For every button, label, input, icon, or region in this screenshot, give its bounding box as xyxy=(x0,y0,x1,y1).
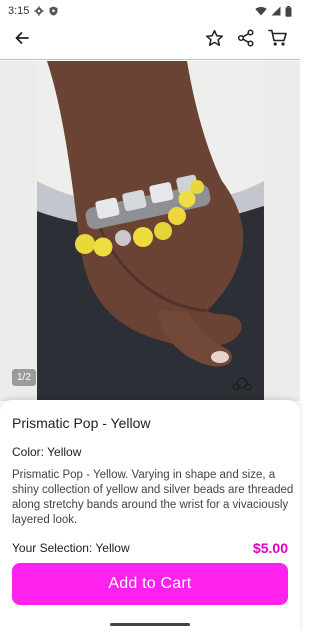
selection-label: Your Selection: Yellow xyxy=(12,541,130,555)
gesture-nav-handle xyxy=(110,623,190,626)
page-indicator: 1/2 xyxy=(12,369,36,386)
wifi-icon xyxy=(255,6,267,16)
product-details-sheet: Prismatic Pop - Yellow Color: Yellow Pri… xyxy=(0,400,300,633)
product-gallery[interactable]: 1/2 xyxy=(0,61,300,401)
selection-row: Your Selection: Yellow $5.00 xyxy=(0,538,300,558)
color-label: Color: Yellow xyxy=(12,445,82,459)
share-button[interactable] xyxy=(232,27,260,55)
signal-icon xyxy=(271,6,281,16)
status-right xyxy=(255,5,292,17)
add-to-cart-button[interactable]: Add to Cart xyxy=(12,563,288,605)
status-time: 3:15 xyxy=(8,5,30,17)
product-title: Prismatic Pop - Yellow xyxy=(12,415,151,431)
price: $5.00 xyxy=(252,540,288,556)
back-button[interactable] xyxy=(8,27,36,55)
star-icon xyxy=(205,29,224,53)
arrow-left-icon xyxy=(14,30,30,51)
favorite-button[interactable] xyxy=(200,27,228,55)
share-icon xyxy=(237,29,255,52)
app-bar-actions xyxy=(200,27,292,55)
battery-icon xyxy=(285,5,292,17)
product-description: Prismatic Pop - Yellow. Varying in shape… xyxy=(12,469,294,526)
product-photo xyxy=(37,61,264,401)
cart-button[interactable] xyxy=(264,27,292,55)
status-bar: 3:15 xyxy=(0,0,300,22)
settings-gear-icon xyxy=(34,6,45,16)
app-bar xyxy=(0,22,300,60)
shield-icon xyxy=(49,6,58,16)
cart-icon xyxy=(268,29,288,52)
status-left: 3:15 xyxy=(8,5,58,17)
